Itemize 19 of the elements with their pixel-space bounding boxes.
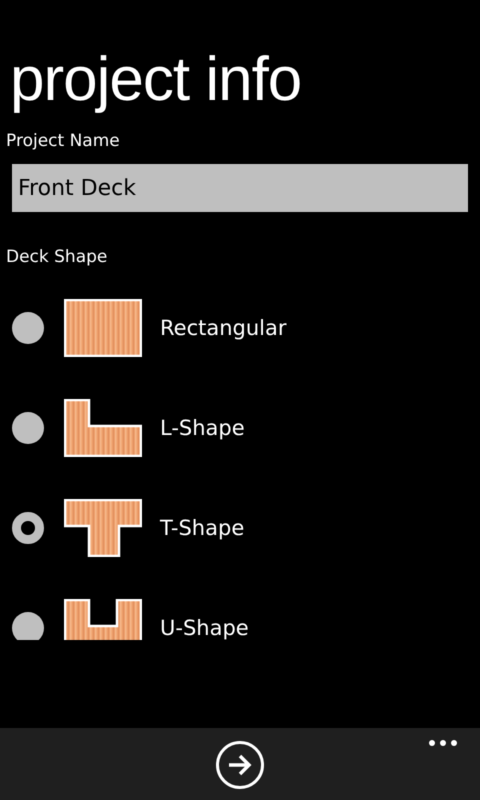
radio-button[interactable]: [12, 412, 44, 444]
field-label: Project Name: [6, 130, 121, 152]
deck-shape-icon: [64, 499, 142, 557]
section-label: Deck Shape: [6, 246, 108, 268]
arrow-icon: [227, 754, 253, 776]
more-icon[interactable]: [428, 739, 458, 747]
next-button[interactable]: [216, 741, 264, 789]
project-name-field[interactable]: Front Deck: [12, 164, 468, 212]
option-label: L-Shape: [160, 416, 245, 440]
deck-shape-icon: [64, 399, 142, 457]
option-label: T-Shape: [160, 516, 244, 540]
radio-button[interactable]: [12, 512, 44, 544]
deck-shape-icon: [64, 299, 142, 357]
page-title: project info: [10, 44, 302, 116]
option-label: Rectangular: [160, 316, 287, 340]
option-label: U-Shape: [160, 616, 249, 640]
deck-shape-icon: [64, 599, 142, 640]
radio-button[interactable]: [12, 612, 44, 640]
radio-button[interactable]: [12, 312, 44, 344]
